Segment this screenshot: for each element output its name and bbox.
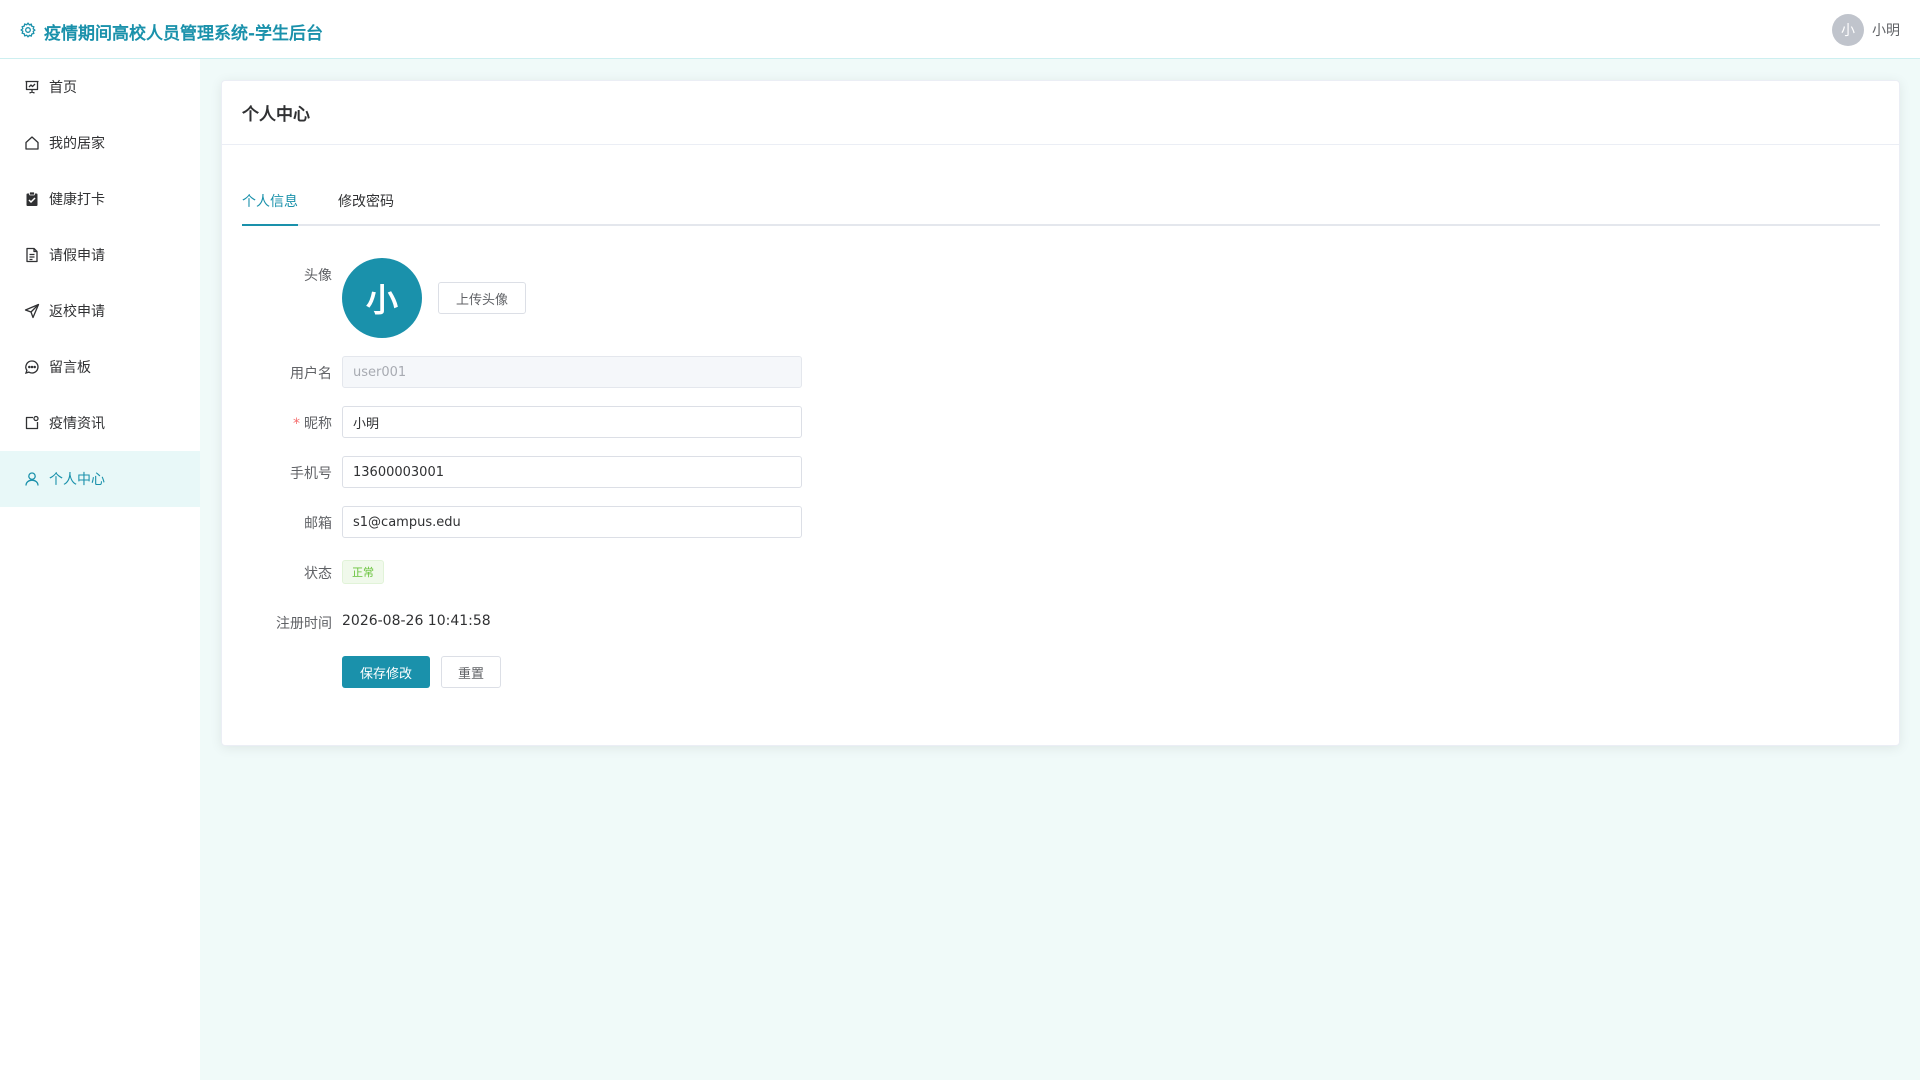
sidebar-item-health-checkin[interactable]: 健康打卡 — [0, 171, 200, 227]
sidebar-item-home[interactable]: 首页 — [0, 59, 200, 115]
gear-icon — [20, 21, 36, 42]
user-menu[interactable]: 小 小明 — [1832, 14, 1900, 46]
sidebar-item-personal-center[interactable]: 个人中心 — [0, 451, 200, 507]
nickname-label: * 昵称 — [222, 413, 332, 433]
sidebar-item-label: 首页 — [49, 80, 77, 96]
tab-personal-info[interactable]: 个人信息 — [242, 194, 298, 224]
avatar: 小 — [342, 258, 422, 338]
send-icon — [24, 303, 40, 319]
sidebar-item-epidemic-news[interactable]: 疫情资讯 — [0, 395, 200, 451]
sidebar-item-label: 个人中心 — [49, 472, 105, 488]
nickname-label-text: 昵称 — [304, 416, 332, 432]
document-icon — [24, 247, 40, 263]
tab-active-indicator — [242, 224, 298, 226]
page-title: 个人中心 — [222, 81, 1899, 145]
clipboard-check-icon — [24, 191, 40, 207]
home-icon — [24, 135, 40, 151]
user-name[interactable]: 小明 — [1872, 20, 1900, 40]
avatar[interactable]: 小 — [1832, 14, 1864, 46]
email-label: 邮箱 — [304, 516, 332, 532]
tab-change-password[interactable]: 修改密码 — [338, 194, 394, 224]
news-icon — [24, 415, 40, 431]
nickname-field[interactable] — [342, 406, 802, 438]
sidebar-item-label: 我的居家 — [49, 136, 105, 152]
status-label: 状态 — [304, 566, 332, 582]
profile-card: 个人中心 个人信息 修改密码 头像 小 上传头像 用户名 *昵称 手机号 邮箱 … — [221, 80, 1900, 746]
register-time-value: 2026-08-26 10:41:58 — [342, 613, 491, 629]
required-mark: * — [293, 416, 300, 432]
register-time-label: 注册时间 — [276, 616, 332, 632]
save-button[interactable]: 保存修改 — [342, 656, 430, 688]
sidebar-item-label: 返校申请 — [49, 304, 105, 320]
phone-field[interactable] — [342, 456, 802, 488]
app-title: 疫情期间高校人员管理系统-学生后台 — [44, 24, 324, 44]
reset-button[interactable]: 重置 — [441, 656, 501, 688]
sidebar-item-leave-request[interactable]: 请假申请 — [0, 227, 200, 283]
sidebar-item-my-home[interactable]: 我的居家 — [0, 115, 200, 171]
brand: 疫情期间高校人员管理系统-学生后台 — [20, 19, 323, 44]
username-field — [342, 356, 802, 388]
sidebar-item-label: 请假申请 — [49, 248, 105, 264]
top-header: 疫情期间高校人员管理系统-学生后台 小 小明 — [0, 0, 1920, 59]
sidebar-item-label: 留言板 — [49, 360, 91, 376]
user-icon — [24, 471, 40, 487]
sidebar: 首页 我的居家 健康打卡 请假申请 返校申请 留言板 疫情资讯 个人中心 — [0, 59, 200, 1080]
sidebar-item-label: 疫情资讯 — [49, 416, 105, 432]
phone-label: 手机号 — [290, 466, 332, 482]
status-badge: 正常 — [342, 560, 384, 584]
avatar-label: 头像 — [304, 268, 332, 284]
chat-icon — [24, 359, 40, 375]
email-field[interactable] — [342, 506, 802, 538]
tab-bar: 个人信息 修改密码 — [242, 194, 1880, 226]
presentation-icon — [24, 79, 40, 95]
username-label: 用户名 — [290, 366, 332, 382]
upload-avatar-button[interactable]: 上传头像 — [438, 282, 526, 314]
sidebar-item-return-request[interactable]: 返校申请 — [0, 283, 200, 339]
sidebar-item-label: 健康打卡 — [49, 192, 105, 208]
sidebar-item-message-board[interactable]: 留言板 — [0, 339, 200, 395]
